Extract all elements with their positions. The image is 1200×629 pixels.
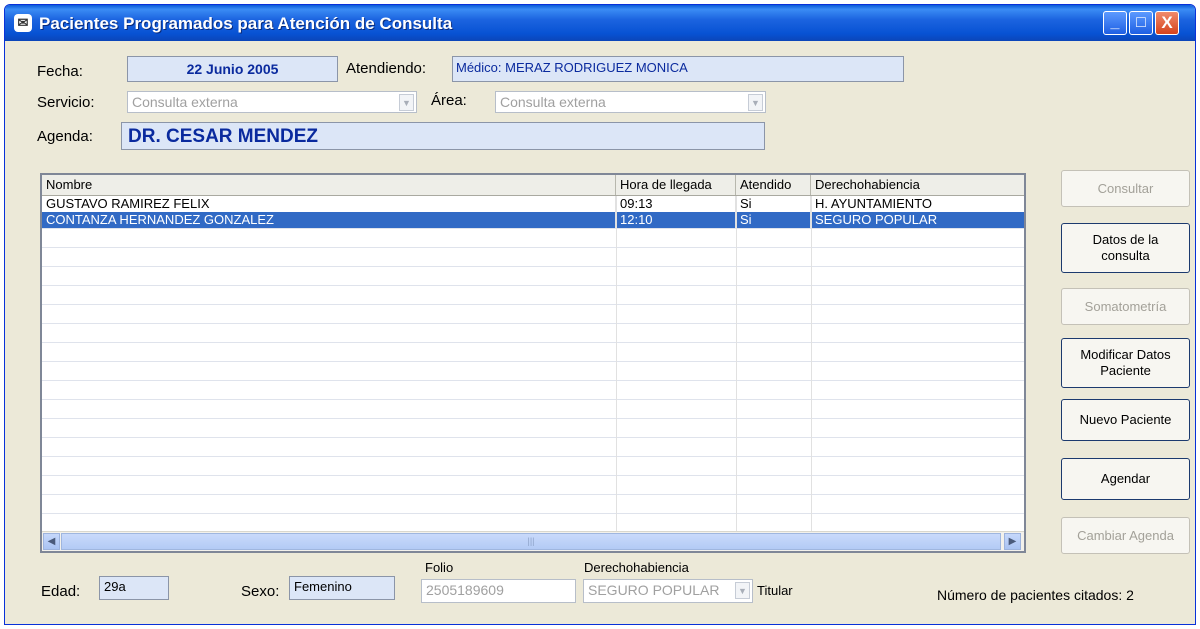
empty-table-row — [42, 247, 1024, 267]
table-row[interactable]: GUSTAVO RAMIREZ FELIX 09:13 Si H. AYUNTA… — [42, 196, 1024, 213]
empty-table-row — [42, 513, 1024, 533]
col-divider — [736, 196, 737, 531]
folio-field: 2505189609 — [421, 579, 576, 603]
agenda-label: Agenda: — [37, 128, 93, 145]
modificar-label-2: Paciente — [1100, 363, 1151, 378]
agenda-field: DR. CESAR MENDEZ — [121, 122, 765, 150]
minimize-button[interactable]: _ — [1103, 11, 1127, 35]
derechohabiencia-value: SEGURO POPULAR — [588, 582, 720, 598]
derechohabiencia-label: Derechohabiencia — [584, 560, 689, 575]
derechohabiencia-select[interactable]: SEGURO POPULAR ▼ — [583, 579, 753, 603]
cell-nombre: CONTANZA HERNANDEZ GONZALEZ — [42, 212, 616, 228]
table-body: GUSTAVO RAMIREZ FELIX 09:13 Si H. AYUNTA… — [42, 196, 1024, 533]
title-bar[interactable]: ✉ Pacientes Programados para Atención de… — [5, 5, 1195, 41]
datos-consulta-label-1: Datos de la — [1092, 232, 1159, 247]
col-derecho[interactable]: Derechohabiencia — [811, 175, 1024, 195]
modificar-paciente-button[interactable]: Modificar Datos Paciente — [1061, 338, 1190, 388]
close-button[interactable]: X — [1155, 11, 1179, 35]
nuevo-paciente-label: Nuevo Paciente — [1079, 412, 1172, 427]
maximize-button[interactable]: □ — [1129, 11, 1153, 35]
atendiendo-field: Médico: MERAZ RODRIGUEZ MONICA — [452, 56, 904, 82]
cell-atendido: Si — [736, 196, 811, 212]
empty-table-row — [42, 323, 1024, 343]
datos-consulta-button[interactable]: Datos de la consulta — [1061, 223, 1190, 273]
datos-consulta-label-2: consulta — [1101, 248, 1150, 263]
empty-table-row — [42, 418, 1024, 438]
empty-table-row — [42, 342, 1024, 362]
sexo-field: Femenino — [289, 576, 395, 600]
app-icon[interactable]: ✉ — [14, 14, 32, 32]
table-header: Nombre Hora de llegada Atendido Derechoh… — [42, 175, 1024, 196]
chevron-down-icon[interactable]: ▼ — [399, 94, 414, 111]
empty-table-row — [42, 380, 1024, 400]
nuevo-paciente-button[interactable]: Nuevo Paciente — [1061, 399, 1190, 441]
modificar-label-1: Modificar Datos — [1080, 347, 1171, 362]
chevron-down-icon[interactable]: ▼ — [748, 94, 763, 111]
horizontal-scrollbar[interactable]: ◀ ||| ▶ — [42, 531, 1024, 551]
empty-table-row — [42, 456, 1024, 476]
patients-table[interactable]: Nombre Hora de llegada Atendido Derechoh… — [40, 173, 1026, 553]
empty-table-row — [42, 228, 1024, 248]
fecha-label: Fecha: — [37, 63, 83, 80]
cambiar-agenda-label: Cambiar Agenda — [1077, 527, 1174, 543]
cell-hora: 12:10 — [616, 212, 736, 228]
window-title: Pacientes Programados para Atención de C… — [39, 14, 453, 33]
consultar-label: Consultar — [1097, 180, 1154, 196]
col-divider — [616, 196, 617, 531]
patients-count: Número de pacientes citados: 2 — [937, 587, 1134, 603]
edad-field: 29a — [99, 576, 169, 600]
cambiar-agenda-button[interactable]: Cambiar Agenda — [1061, 517, 1190, 554]
scroll-left-icon[interactable]: ◀ — [43, 533, 60, 550]
cell-hora: 09:13 — [616, 196, 736, 212]
empty-table-row — [42, 304, 1024, 324]
cell-derecho: SEGURO POPULAR — [815, 212, 938, 227]
empty-table-row — [42, 437, 1024, 457]
area-value: Consulta externa — [500, 94, 606, 110]
folio-label: Folio — [425, 560, 454, 575]
table-row-selected[interactable]: CONTANZA HERNANDEZ GONZALEZ 12:10 Si SEG… — [42, 212, 1024, 229]
chevron-down-icon[interactable]: ▼ — [735, 582, 750, 599]
col-hora[interactable]: Hora de llegada — [616, 175, 736, 195]
empty-table-row — [42, 475, 1024, 495]
titular-label: Titular — [757, 583, 793, 598]
area-select[interactable]: Consulta externa ▼ — [495, 91, 766, 113]
cell-derecho: H. AYUNTAMIENTO — [815, 196, 933, 211]
cell-atendido: Si — [736, 212, 811, 228]
agendar-button[interactable]: Agendar — [1061, 458, 1190, 500]
agendar-label: Agendar — [1100, 471, 1151, 486]
col-atendido[interactable]: Atendido — [736, 175, 811, 195]
servicio-value: Consulta externa — [132, 94, 238, 110]
col-nombre[interactable]: Nombre — [42, 175, 616, 195]
main-window: ✉ Pacientes Programados para Atención de… — [4, 4, 1196, 625]
fecha-field: 22 Junio 2005 — [127, 56, 338, 82]
edad-label: Edad: — [41, 583, 81, 600]
area-label: Área: — [431, 92, 467, 109]
servicio-select[interactable]: Consulta externa ▼ — [127, 91, 417, 113]
scroll-right-icon[interactable]: ▶ — [1004, 533, 1021, 550]
sexo-label: Sexo: — [241, 583, 280, 600]
consultar-button[interactable]: Consultar — [1061, 170, 1190, 207]
cell-nombre: GUSTAVO RAMIREZ FELIX — [42, 196, 616, 212]
col-divider — [811, 196, 812, 531]
somatometria-label: Somatometría — [1084, 298, 1167, 314]
empty-table-row — [42, 266, 1024, 286]
scroll-thumb[interactable]: ||| — [61, 533, 1001, 550]
empty-table-row — [42, 399, 1024, 419]
empty-table-row — [42, 494, 1024, 514]
empty-table-row — [42, 361, 1024, 381]
atendiendo-label: Atendiendo: — [346, 60, 427, 77]
empty-table-row — [42, 285, 1024, 305]
servicio-label: Servicio: — [37, 94, 95, 111]
somatometria-button[interactable]: Somatometría — [1061, 288, 1190, 325]
